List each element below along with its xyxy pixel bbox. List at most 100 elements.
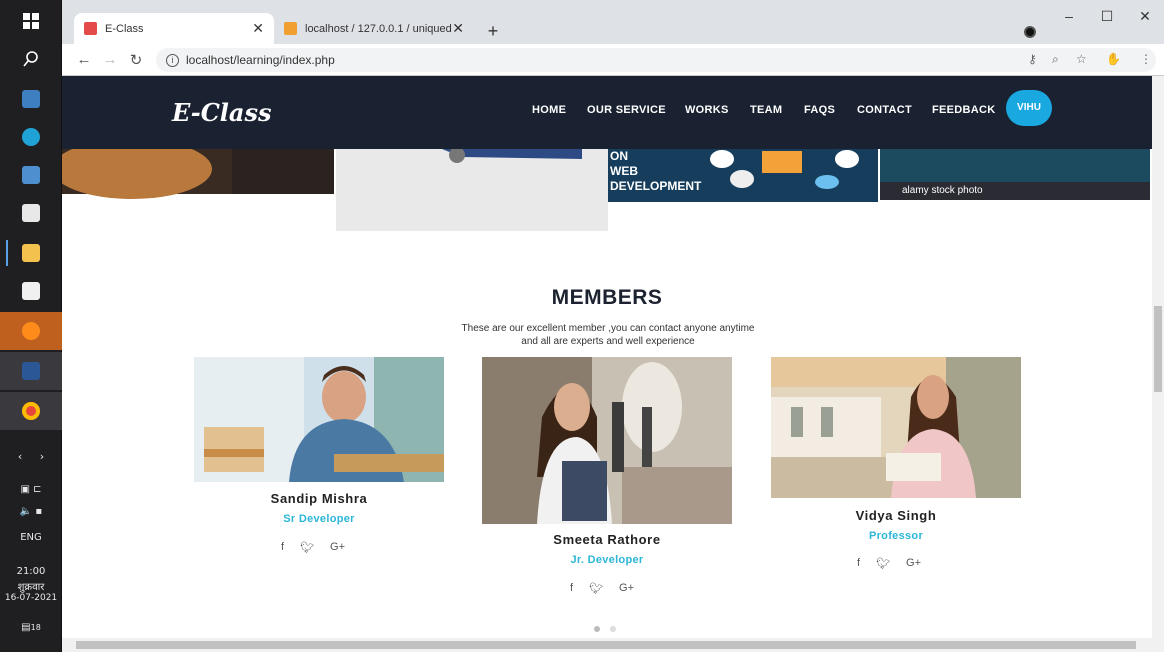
alamy-watermark: alamy stock photo	[880, 182, 1150, 200]
scrollbar-thumb[interactable]	[1154, 306, 1162, 392]
chrome-icon	[22, 402, 40, 420]
vertical-scrollbar[interactable]	[1152, 76, 1164, 638]
nav-home[interactable]: HOME	[532, 104, 566, 116]
extension-icon[interactable]: ✋	[1106, 52, 1121, 66]
user-button[interactable]: VIHU	[1006, 90, 1052, 126]
members-subtitle-line: and all are experts and well experience	[521, 336, 695, 347]
phpmyadmin-favicon-icon	[284, 22, 297, 35]
star-icon[interactable]: ☆	[1076, 52, 1087, 66]
minimize-button[interactable]: –	[1054, 8, 1084, 24]
clock-day: शुक्रवार	[17, 582, 45, 593]
google-plus-icon[interactable]: G+	[619, 582, 634, 595]
windows-taskbar: ‹ › ▣ ⊏ 🔈 ▪ ENG 21:00 शुक्रवार 16-07-202…	[0, 0, 62, 652]
tab-title: E-Class	[105, 22, 144, 35]
site-header: E-Class HOME OUR SERVICE WORKS TEAM FAQS…	[62, 76, 1152, 149]
maximize-button[interactable]: ☐	[1092, 8, 1122, 25]
member-photo	[194, 357, 444, 482]
banner-caption-line: DEVELOPMENT	[610, 179, 702, 193]
scrollbar-thumb[interactable]	[76, 641, 1136, 649]
members-subtitle-line: These are our excellent member ,you can …	[461, 323, 755, 334]
nav-feedback[interactable]: FEEDBACK	[932, 104, 996, 116]
mail-icon	[22, 204, 40, 222]
member-role: Jr. Developer	[570, 554, 644, 566]
nav-contact[interactable]: CONTACT	[857, 104, 912, 116]
info-icon[interactable]: i	[166, 53, 179, 67]
taskbar-app-camera[interactable]	[0, 80, 62, 118]
member-photo	[771, 357, 1021, 498]
close-tab-icon[interactable]: ✕	[452, 20, 464, 37]
nav-faqs[interactable]: FAQS	[804, 104, 835, 116]
menu-dots-icon[interactable]: ⋮	[1140, 52, 1152, 66]
network-icon	[22, 166, 40, 184]
taskbar-app-network[interactable]	[0, 156, 62, 194]
member-name: Vidya Singh	[855, 508, 937, 523]
windows-icon	[23, 13, 39, 29]
search-button[interactable]	[0, 40, 62, 78]
facebook-icon[interactable]: f	[857, 557, 860, 570]
taskbar-app-edge[interactable]	[0, 118, 62, 156]
carousel-pagination	[594, 626, 616, 632]
folder-icon	[22, 244, 40, 262]
language-indicator[interactable]: ENG	[0, 532, 62, 543]
carousel-dot-active[interactable]	[594, 626, 600, 632]
horizontal-scrollbar[interactable]	[62, 638, 1164, 652]
site-logo[interactable]: E-Class	[172, 98, 272, 127]
banner-caption-line: ON	[610, 149, 628, 163]
member-role: Sr Developer	[283, 513, 355, 525]
search-icon	[23, 51, 38, 67]
tab-title: localhost / 127.0.0.1 / uniquede	[305, 22, 453, 35]
volume-icon[interactable]: 🔈 ▪	[0, 506, 62, 517]
tab-eclass[interactable]: E-Class ✕	[74, 13, 274, 44]
clock-date: 16-07-2021	[4, 593, 58, 603]
close-window-button[interactable]: ✕	[1130, 8, 1160, 25]
camera-icon	[22, 90, 40, 108]
profile-icon[interactable]	[1024, 26, 1036, 38]
carousel-dot[interactable]	[610, 626, 616, 632]
browser-toolbar: ← → ↻ i localhost/learning/index.php ⚷ ⌕…	[62, 44, 1164, 76]
clock-time[interactable]: 21:00	[0, 566, 62, 577]
banner-caption: ON WEB DEVELOPMENT	[610, 149, 701, 194]
notification-count: 18	[30, 623, 41, 632]
member-socials: f 🐦︎ G+	[570, 582, 634, 595]
eclass-favicon-icon	[84, 22, 97, 35]
browser-tab-strip: E-Class ✕ localhost / 127.0.0.1 / unique…	[62, 0, 1164, 44]
close-tab-icon[interactable]: ✕	[252, 20, 264, 37]
zoom-icon[interactable]: ⌕	[1052, 52, 1059, 67]
taskbar-app-explorer[interactable]	[0, 234, 62, 272]
start-button[interactable]	[0, 2, 62, 40]
new-tab-button[interactable]: +	[482, 20, 504, 42]
taskbar-app-mail[interactable]	[0, 194, 62, 232]
taskbar-app-word[interactable]	[0, 352, 62, 390]
google-plus-icon[interactable]: G+	[906, 557, 921, 570]
nav-our-service[interactable]: OUR SERVICE	[587, 104, 666, 116]
tab-phpmyadmin[interactable]: localhost / 127.0.0.1 / uniquede ✕	[274, 13, 474, 44]
taskbar-app-firefox[interactable]	[0, 312, 62, 350]
twitter-icon[interactable]: 🐦︎	[300, 541, 314, 554]
tray-icons[interactable]: ▣ ⊏	[0, 484, 62, 495]
taskbar-app-chrome[interactable]	[0, 392, 62, 430]
address-bar[interactable]: i localhost/learning/index.php	[156, 48, 1156, 72]
member-name: Smeeta Rathore	[553, 532, 661, 547]
firefox-icon	[22, 322, 40, 340]
nav-works[interactable]: WORKS	[685, 104, 729, 116]
twitter-icon[interactable]: 🐦︎	[876, 557, 890, 570]
tray-arrows[interactable]: ‹ ›	[0, 450, 62, 463]
edge-icon	[22, 128, 40, 146]
key-icon[interactable]: ⚷	[1028, 52, 1037, 66]
nav-team[interactable]: TEAM	[750, 104, 782, 116]
google-plus-icon[interactable]: G+	[330, 541, 345, 554]
notification-center[interactable]: ▤18	[0, 622, 62, 633]
back-arrow-icon[interactable]: ←	[74, 51, 94, 68]
facebook-icon[interactable]: f	[570, 582, 573, 595]
member-socials: f 🐦︎ G+	[281, 541, 345, 554]
member-photo	[482, 357, 732, 524]
reload-icon[interactable]: ↻	[126, 51, 146, 69]
member-socials: f 🐦︎ G+	[857, 557, 921, 570]
member-role: Professor	[868, 530, 924, 542]
banner-caption-line: WEB	[610, 164, 638, 178]
word-icon	[22, 362, 40, 380]
forward-arrow-icon[interactable]: →	[100, 51, 120, 68]
facebook-icon[interactable]: f	[281, 541, 284, 554]
twitter-icon[interactable]: 🐦︎	[589, 582, 603, 595]
url-text[interactable]: localhost/learning/index.php	[186, 53, 335, 67]
